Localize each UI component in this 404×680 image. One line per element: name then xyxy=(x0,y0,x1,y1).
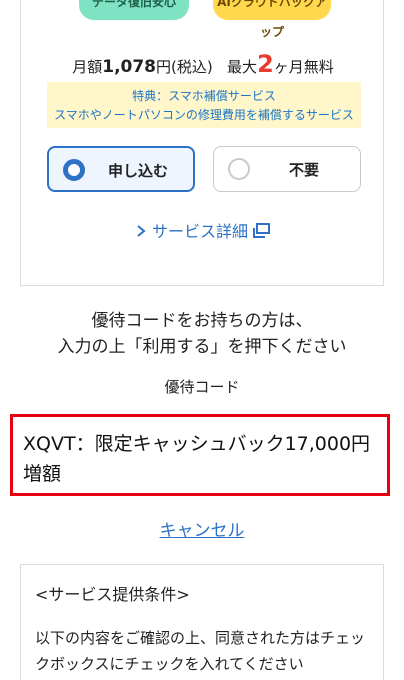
apply-option[interactable]: 申し込む xyxy=(47,146,195,192)
perk-description: スマホやノートパソコンの修理費用を補償するサービス xyxy=(54,108,354,122)
external-link-icon xyxy=(253,222,271,243)
data-recovery-badge: データ復旧安心 xyxy=(79,0,189,20)
conditions-title: <サービス提供条件> xyxy=(35,585,190,604)
price-prefix: 月額 xyxy=(72,58,103,76)
radio-unselected-icon[interactable] xyxy=(228,158,250,180)
perk-box: 特典：スマホ補償サービス スマホやノートパソコンの修理費用を補償するサービス xyxy=(47,82,361,128)
instruction-line: 入力の上「利用する」を押下ください xyxy=(57,337,347,357)
service-conditions-card: <サービス提供条件> 以下の内容をご確認の上、同意された方はチェックボックスにチ… xyxy=(20,564,384,680)
apply-option-label: 申し込む xyxy=(107,162,168,180)
decline-option-label: 不要 xyxy=(288,161,319,179)
badge-label: データ復旧安心 xyxy=(91,0,176,9)
coupon-code-text: 増額 xyxy=(23,463,62,485)
service-detail-link[interactable]: サービス詳細 xyxy=(21,218,385,243)
conditions-text: 以下の内容をご確認の上、同意された方はチェックボックスにチェックを入れてください xyxy=(35,629,366,673)
service-option-card: データ復旧安心 AIクラウドバックアップ 月額1,078円(税込) 最大2ヶ月無… xyxy=(20,0,384,286)
free-prefix: 最大 xyxy=(227,58,258,76)
badge-label: AIクラウドバックアップ xyxy=(217,0,327,39)
price-line: 月額1,078円(税込) 最大2ヶ月無料 xyxy=(21,50,385,78)
coupon-code-text: XQVT：限定キャッシュバック17,000円 xyxy=(23,433,371,455)
chevron-right-icon xyxy=(135,223,147,242)
price-amount: 1,078 xyxy=(102,57,157,77)
coupon-instruction: 優待コードをお持ちの方は、 入力の上「利用する」を押下ください xyxy=(0,308,404,360)
price-suffix: 円(税込) xyxy=(156,58,213,76)
coupon-code-field[interactable]: XQVT：限定キャッシュバック17,000円 増額 xyxy=(10,414,390,496)
ai-cloud-backup-badge: AIクラウドバックアップ xyxy=(213,0,331,39)
instruction-line: 優待コードをお持ちの方は、 xyxy=(91,311,313,331)
radio-selected-icon[interactable] xyxy=(63,159,85,181)
coupon-code-label: 優待コード xyxy=(164,378,240,396)
cancel-link[interactable]: キャンセル xyxy=(0,516,404,541)
decline-option[interactable]: 不要 xyxy=(213,146,361,192)
free-suffix: ヶ月無料 xyxy=(273,58,334,76)
perk-title: 特典：スマホ補償サービス xyxy=(132,89,276,103)
free-months: 2 xyxy=(257,50,274,78)
service-detail-label: サービス詳細 xyxy=(151,222,248,241)
